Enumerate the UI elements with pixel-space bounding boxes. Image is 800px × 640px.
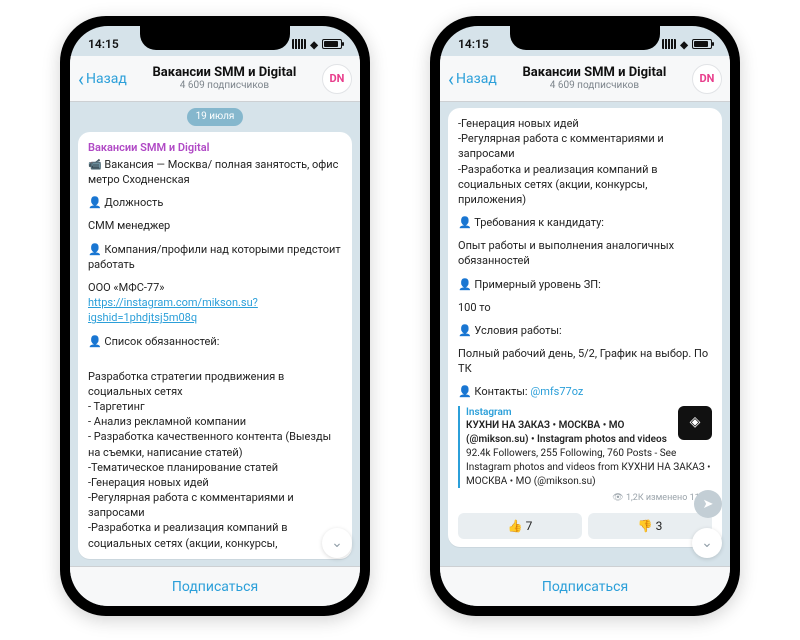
battery-icon	[322, 39, 342, 49]
clock: 14:15	[88, 37, 119, 51]
back-label: Назад	[86, 71, 127, 87]
duty-item: - Таргетинг	[88, 399, 342, 414]
battery-icon	[692, 39, 712, 49]
company-heading: 👤 Компания/профили над которыми предстои…	[88, 242, 342, 272]
msg-line: -Разработка и реализация компаний в соци…	[458, 162, 712, 208]
reaction-like[interactable]: 👍 7	[458, 513, 582, 540]
contact-handle[interactable]: @mfs77oz	[530, 385, 583, 398]
share-button[interactable]: ➤	[694, 490, 722, 518]
duty-item: -Разработка и реализация компаний в соци…	[88, 520, 342, 550]
chat-area[interactable]: 19 июля Вакансии SMM и Digital 📹 Ваканси…	[70, 102, 360, 566]
scroll-down-button[interactable]: ⌄	[322, 528, 352, 558]
back-button[interactable]: ‹ Назад	[78, 69, 127, 89]
nav-header: ‹ Назад Вакансии SMM и Digital 4 609 под…	[70, 56, 360, 102]
subscribe-button[interactable]: Подписаться	[70, 566, 360, 606]
avatar[interactable]: DN	[322, 64, 352, 94]
nav-header: ‹ Назад Вакансии SMM и Digital 4 609 под…	[440, 56, 730, 102]
chevron-down-icon: ⌄	[331, 535, 343, 551]
iphone-mockup-left: 14:15 ‹ Назад Вакансии SMM и Digital 4 6…	[60, 16, 370, 616]
msg-line: 📹 Вакансия — Москва/ полная занятость, о…	[88, 157, 342, 187]
screen: 14:15 ‹ Назад Вакансии SMM и Digital 4 6…	[70, 26, 360, 606]
preview-title: КУХНИ НА ЗАКАЗ • МОСКВА • МО (@mikson.su…	[466, 419, 712, 447]
cond-heading: 👤 Условия работы:	[458, 323, 712, 338]
notch	[510, 26, 660, 50]
message-meta: 👁 1,2К изменено 11:00	[458, 492, 712, 504]
channel-title: Вакансии SMM и Digital	[133, 66, 316, 80]
thumbs-down-icon: 👎	[638, 519, 653, 533]
link-preview[interactable]: ◈ Instagram КУХНИ НА ЗАКАЗ • МОСКВА • МО…	[458, 406, 712, 489]
salary-heading: 👤 Примерный уровень ЗП:	[458, 277, 712, 292]
screen: 14:15 ‹ Назад Вакансии SMM и Digital 4 6…	[440, 26, 730, 606]
company-name: ООО «МФС-77»	[88, 281, 164, 294]
preview-source: Instagram	[466, 406, 712, 420]
reaction-count: 3	[656, 519, 663, 533]
reaction-count: 7	[526, 519, 533, 533]
msg-line: -Генерация новых идей	[458, 116, 712, 131]
req-value: Опыт работы и выполнения аналогичных обя…	[458, 238, 712, 268]
msg-line: -Регулярная работа с комментариями и зап…	[458, 131, 712, 161]
subscriber-count: 4 609 подписчиков	[133, 80, 316, 91]
scroll-down-button[interactable]: ⌄	[692, 528, 722, 558]
clock: 14:15	[458, 37, 489, 51]
back-label: Назад	[456, 71, 497, 87]
channel-name: Вакансии SMM и Digital	[88, 140, 342, 155]
share-icon: ➤	[703, 497, 714, 512]
duties-heading: 👤 Список обязанностей:	[88, 334, 342, 349]
subscribe-button[interactable]: Подписаться	[440, 566, 730, 606]
message-bubble[interactable]: Вакансии SMM и Digital 📹 Вакансия — Моск…	[78, 132, 352, 559]
thumbs-up-icon: 👍	[508, 519, 523, 533]
notch	[140, 26, 290, 50]
duty-item: - Разработка качественного контента (Вые…	[88, 429, 342, 459]
preview-text: 92.4k Followers, 255 Following, 760 Post…	[466, 447, 712, 488]
reactions-bar: 👍 7 👎 3	[458, 513, 712, 540]
wifi-icon	[680, 37, 688, 51]
duties-intro: Разработка стратегии продвижения в социа…	[88, 369, 342, 399]
role-value: СММ менеджер	[88, 218, 342, 233]
chevron-down-icon: ⌄	[701, 535, 713, 551]
chat-area[interactable]: -Генерация новых идей -Регулярная работа…	[440, 102, 730, 566]
date-separator: 19 июля	[187, 108, 244, 126]
chevron-left-icon: ‹	[448, 69, 454, 89]
iphone-mockup-right: 14:15 ‹ Назад Вакансии SMM и Digital 4 6…	[430, 16, 740, 616]
duty-item: -Регулярная работа с комментариями и зап…	[88, 490, 342, 520]
signal-icon	[662, 39, 676, 49]
cond-value: Полный рабочий день, 5/2, График на выбо…	[458, 346, 712, 376]
message-bubble[interactable]: -Генерация новых идей -Регулярная работа…	[448, 108, 722, 547]
salary-value: 100 то	[458, 300, 712, 315]
subscriber-count: 4 609 подписчиков	[503, 80, 686, 91]
duty-item: - Анализ рекламной компании	[88, 414, 342, 429]
duty-item: -Генерация новых идей	[88, 475, 342, 490]
wifi-icon	[310, 37, 318, 51]
role-heading: 👤 Должность	[88, 195, 342, 210]
instagram-link[interactable]: https://instagram.com/mikson.su?igshid=1…	[88, 296, 258, 324]
avatar[interactable]: DN	[692, 64, 722, 94]
signal-icon	[292, 39, 306, 49]
title-area[interactable]: Вакансии SMM и Digital 4 609 подписчиков	[503, 66, 686, 91]
title-area[interactable]: Вакансии SMM и Digital 4 609 подписчиков	[133, 66, 316, 91]
req-heading: 👤 Требования к кандидату:	[458, 215, 712, 230]
contacts-heading: 👤 Контакты:	[458, 385, 528, 398]
duty-item: -Тематическое планирование статей	[88, 460, 342, 475]
instagram-thumb-icon: ◈	[678, 406, 712, 440]
chevron-left-icon: ‹	[78, 69, 84, 89]
back-button[interactable]: ‹ Назад	[448, 69, 497, 89]
channel-title: Вакансии SMM и Digital	[503, 66, 686, 80]
